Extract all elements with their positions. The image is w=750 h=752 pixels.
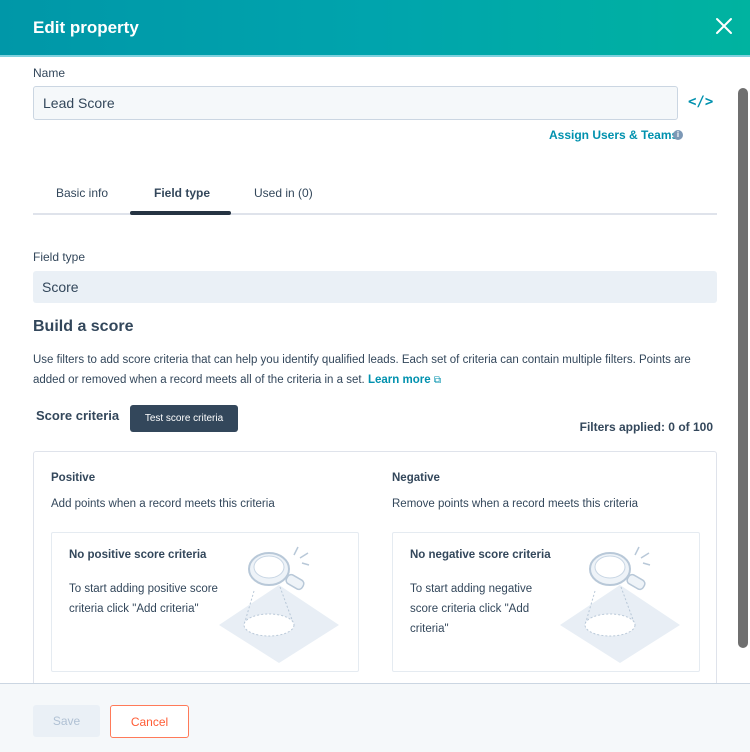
negative-empty-state: No negative score criteria To start addi… <box>392 532 700 672</box>
scrollbar[interactable] <box>738 88 748 648</box>
positive-empty-text: To start adding positive score criteria … <box>69 583 218 615</box>
field-type-select[interactable]: Score <box>33 271 717 303</box>
learn-more-link[interactable]: Learn more ⧉ <box>368 374 441 386</box>
name-label: Name <box>33 66 66 80</box>
negative-empty-title: No negative score criteria <box>410 549 551 561</box>
negative-title: Negative <box>392 472 440 484</box>
magnifier-illustration-icon <box>219 546 339 663</box>
dialog-footer: Save Cancel <box>0 683 750 752</box>
criteria-box: Positive Add points when a record meets … <box>33 451 717 691</box>
tab-field-type[interactable]: Field type <box>154 186 210 200</box>
info-icon[interactable]: i <box>673 130 683 140</box>
negative-empty-text: To start adding negative score criteria … <box>410 583 533 635</box>
assign-users-teams-link[interactable]: Assign Users & Teams <box>549 128 678 142</box>
dialog-title: Edit property <box>33 18 139 37</box>
close-button[interactable] <box>712 14 736 38</box>
positive-empty-title: No positive score criteria <box>69 549 207 561</box>
tab-bar: Basic info Field type Used in (0) <box>33 174 717 215</box>
close-icon <box>716 18 732 34</box>
save-button[interactable]: Save <box>33 705 100 737</box>
code-icon[interactable]: </> <box>688 94 713 110</box>
negative-subtitle: Remove points when a record meets this c… <box>392 498 639 510</box>
cancel-button[interactable]: Cancel <box>110 705 189 738</box>
positive-title: Positive <box>51 472 96 484</box>
dialog-header: Edit property <box>0 0 750 57</box>
active-tab-indicator <box>130 211 231 215</box>
build-score-title: Build a score <box>33 318 134 335</box>
positive-subtitle: Add points when a record meets this crit… <box>51 498 275 510</box>
magnifier-illustration-icon <box>560 546 680 663</box>
score-criteria-label: Score criteria <box>36 408 120 423</box>
description-text: Use filters to add score criteria that c… <box>33 354 691 386</box>
tab-used-in[interactable]: Used in (0) <box>254 186 313 200</box>
learn-more-label: Learn more <box>367 374 431 386</box>
external-link-icon: ⧉ <box>433 375 441 386</box>
name-input[interactable] <box>33 86 678 120</box>
positive-empty-state: No positive score criteria To start addi… <box>51 532 359 672</box>
tab-basic-info[interactable]: Basic info <box>56 186 108 200</box>
build-score-description: Use filters to add score criteria that c… <box>33 350 723 391</box>
filters-applied-count: Filters applied: 0 of 100 <box>579 420 713 434</box>
field-type-label: Field type <box>33 250 86 264</box>
test-score-criteria-button[interactable]: Test score criteria <box>130 405 238 432</box>
